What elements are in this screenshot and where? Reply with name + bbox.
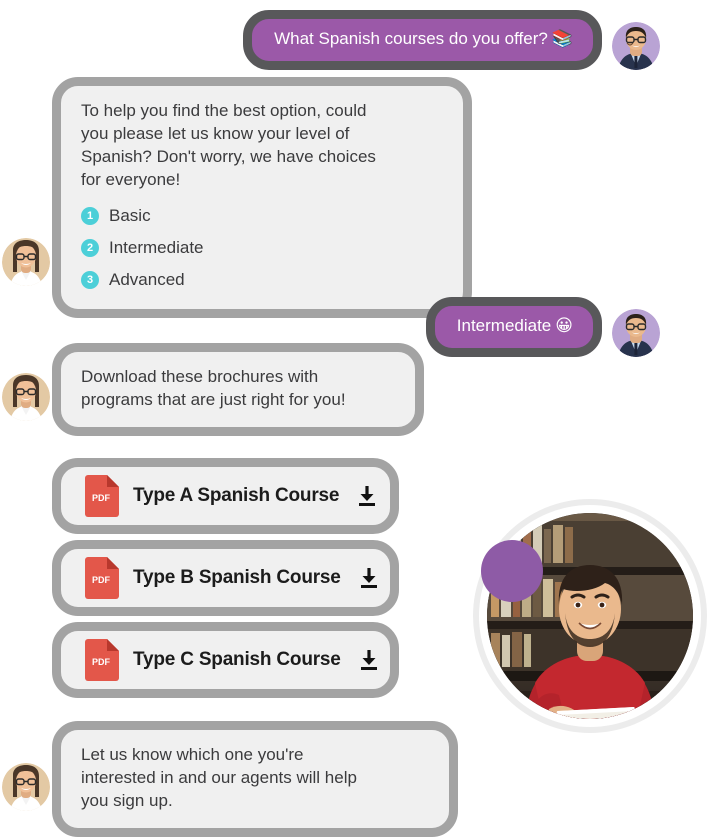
bot-message-bubble-1: To help you find the best option, could …: [52, 77, 472, 318]
svg-text:PDF: PDF: [92, 493, 111, 503]
option-label: Intermediate: [109, 237, 204, 257]
download-icon[interactable]: [359, 649, 379, 671]
user-avatar[interactable]: [612, 308, 660, 357]
message-row-bot-3: Let us know which one you're interested …: [52, 721, 458, 837]
student-photo-decoration: [479, 505, 711, 727]
option-item-advanced[interactable]: 3 Advanced: [81, 269, 443, 292]
option-label: Advanced: [109, 269, 185, 289]
pdf-file-icon: PDF: [85, 639, 119, 681]
bot-message-line: Let us know which one you're: [81, 745, 304, 764]
user-message-bubble-2[interactable]: Intermediate 😀: [425, 297, 602, 357]
bot-message-line: programs that are just right for you!: [81, 389, 346, 409]
pdf-card-b[interactable]: PDF Type B Spanish Course: [52, 540, 399, 616]
download-icon[interactable]: [357, 485, 377, 507]
agent-avatar[interactable]: [2, 763, 50, 811]
agent-avatar[interactable]: [2, 238, 50, 286]
bot-message-line: you sign up.: [81, 790, 173, 810]
option-label: Basic: [109, 205, 151, 225]
agent-avatar[interactable]: [2, 373, 50, 421]
svg-text:PDF: PDF: [92, 575, 111, 585]
user-message-bubble-1[interactable]: What Spanish courses do you offer? 📚: [243, 10, 602, 70]
pdf-card-a[interactable]: PDF Type A Spanish Course: [52, 458, 399, 534]
bot-message-line: Spanish? Don't worry, we have choices: [81, 146, 376, 166]
option-number-badge: 3: [81, 271, 99, 290]
books-emoji: 📚: [551, 29, 573, 49]
user-avatar[interactable]: [612, 21, 660, 70]
bot-message-line: for everyone!: [81, 169, 181, 189]
pdf-card-label: Type B Spanish Course: [133, 567, 341, 588]
pdf-card-c[interactable]: PDF Type C Spanish Course: [52, 622, 399, 698]
pdf-card-label: Type C Spanish Course: [133, 649, 341, 670]
option-number-badge: 1: [81, 207, 99, 226]
pdf-file-icon: PDF: [85, 475, 119, 517]
bot-message-line: interested in and our agents will help: [81, 767, 357, 787]
option-number-badge: 2: [81, 239, 99, 258]
chat-canvas: What Spanish courses do you offer? 📚 To …: [0, 0, 727, 837]
bot-message-line: Download these brochures with: [81, 367, 319, 386]
option-item-intermediate[interactable]: 2 Intermediate: [81, 237, 443, 260]
download-icon[interactable]: [359, 567, 379, 589]
level-options-list: 1 Basic 2 Intermediate 3 Advanced: [81, 205, 443, 292]
svg-text:PDF: PDF: [92, 657, 111, 667]
bot-message-bubble-3: Let us know which one you're interested …: [52, 721, 458, 837]
pdf-card-label: Type A Spanish Course: [133, 485, 340, 506]
bot-message-bubble-2: Download these brochures with programs t…: [52, 343, 424, 436]
purple-circle-decoration: [481, 540, 543, 602]
bot-message-line: you please let us know your level of: [81, 123, 350, 143]
option-item-basic[interactable]: 1 Basic: [81, 205, 443, 228]
message-row-bot-2: Download these brochures with programs t…: [52, 343, 424, 436]
pdf-file-icon: PDF: [85, 557, 119, 599]
user-message-text-2: Intermediate: [456, 316, 552, 335]
grinning-face-emoji: 😀: [555, 316, 573, 336]
message-row-user-1: What Spanish courses do you offer? 📚: [200, 10, 660, 70]
message-row-bot-1: To help you find the best option, could …: [52, 77, 472, 318]
bot-message-line: To help you find the best option, could: [81, 101, 367, 120]
user-message-text-1: What Spanish courses do you offer?: [274, 29, 548, 48]
